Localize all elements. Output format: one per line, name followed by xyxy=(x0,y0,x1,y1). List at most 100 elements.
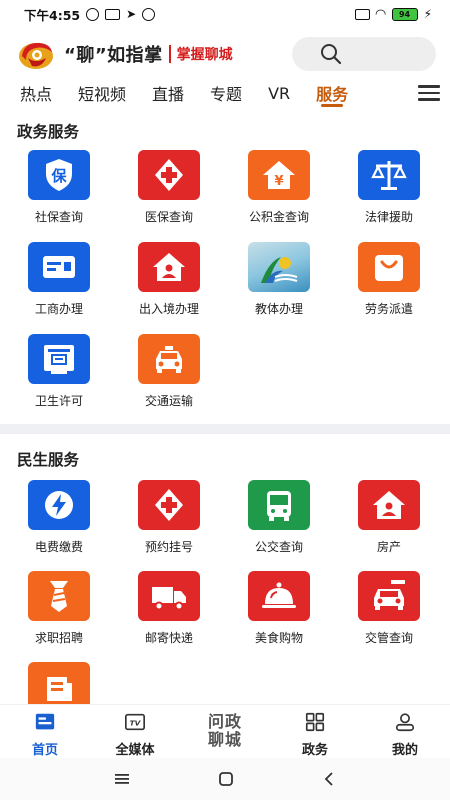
service-food-shopping[interactable]: 美食购物 xyxy=(224,571,334,659)
service-label: 公积金查询 xyxy=(248,210,309,224)
app-brand: “聊”如指掌 xyxy=(64,45,163,66)
sim-icon xyxy=(354,8,370,20)
service-labor-dispatch[interactable]: 劳务派遣 xyxy=(334,242,444,330)
id-card-icon xyxy=(43,256,75,278)
status-time: 下午4:55 xyxy=(24,7,81,23)
nav-label: 我的 xyxy=(391,743,418,758)
search-icon xyxy=(321,44,342,65)
section-title-life: 民生服务 xyxy=(17,451,80,469)
menu-icon[interactable] xyxy=(418,85,440,101)
medical-cross-icon xyxy=(155,159,183,191)
lightning-icon xyxy=(45,491,73,519)
location-icon: ➤ xyxy=(126,7,137,21)
section-title-gov: 政务服务 xyxy=(17,123,80,141)
bus-icon xyxy=(267,491,291,521)
service-label: 预约挂号 xyxy=(144,540,193,554)
scales-icon xyxy=(371,161,407,190)
nav-label: 首页 xyxy=(31,743,58,758)
medical-cross-icon xyxy=(155,489,183,521)
service-education[interactable]: 教体办理 xyxy=(224,242,334,330)
service-label: 医保查询 xyxy=(144,210,193,224)
nav-label: 政务 xyxy=(301,743,328,758)
svg-text:TV: TV xyxy=(130,719,142,728)
svg-text:保: 保 xyxy=(50,167,67,185)
service-social-security[interactable]: 保 社保查询 xyxy=(4,150,114,238)
battery-icon: 94 xyxy=(391,7,418,21)
service-bus[interactable]: 公交查询 xyxy=(224,480,334,568)
notification-icon xyxy=(105,8,121,20)
service-real-estate[interactable]: 房产 xyxy=(334,480,444,568)
food-cloche-icon xyxy=(262,582,296,608)
menu-icon[interactable] xyxy=(114,772,130,786)
tab-topics[interactable]: 专题 xyxy=(210,78,242,108)
service-appointment[interactable]: 预约挂号 xyxy=(114,480,224,568)
nav-government[interactable]: 政务 xyxy=(270,705,360,758)
service-label: 社保查询 xyxy=(34,210,83,224)
service-label: 求职招聘 xyxy=(34,631,83,645)
nav-all-media[interactable]: TV 全媒体 xyxy=(90,705,180,758)
section-separator xyxy=(0,424,450,434)
service-label: 法律援助 xyxy=(364,210,413,224)
shopping-bag-icon xyxy=(375,255,403,281)
taxi-icon xyxy=(156,346,182,373)
service-transport[interactable]: 交通运输 xyxy=(114,334,224,422)
bottom-nav: 首页 TV 全媒体 问政 聊城 政务 我的 xyxy=(0,704,450,758)
service-label: 电费缴费 xyxy=(34,540,83,554)
channel-tabs: 热点 短视频 直播 专题 VR 服务 xyxy=(0,78,450,108)
service-legal-aid[interactable]: 法律援助 xyxy=(334,150,444,238)
nav-home[interactable]: 首页 xyxy=(0,705,90,758)
document-icon xyxy=(47,677,72,701)
tab-live[interactable]: 直播 xyxy=(152,78,184,108)
svg-text:¥: ¥ xyxy=(274,174,283,189)
service-traffic[interactable]: 交管查询 xyxy=(334,571,444,659)
app-logo xyxy=(19,42,53,69)
back-icon[interactable] xyxy=(322,771,336,787)
shield-icon: 保 xyxy=(46,159,72,191)
service-housing-fund[interactable]: ¥ 公积金查询 xyxy=(224,150,334,238)
service-label: 工商办理 xyxy=(34,302,83,316)
certificate-icon xyxy=(44,345,74,374)
service-label: 教体办理 xyxy=(254,302,303,316)
status-bar: 下午4:55 ➤ ◠ 94 ⚡ xyxy=(0,0,450,28)
tab-vr[interactable]: VR xyxy=(268,78,290,108)
service-label: 交通运输 xyxy=(144,394,193,408)
app-slogan: 掌握聊城 xyxy=(176,47,233,63)
service-medical-insurance[interactable]: 医保查询 xyxy=(114,150,224,238)
tv-icon: TV xyxy=(125,713,145,731)
wenzheng-logo: 问政 聊城 xyxy=(207,712,242,749)
home-news-icon xyxy=(35,713,55,730)
home-button-icon[interactable] xyxy=(218,771,234,787)
car-icon xyxy=(374,580,405,610)
grid-icon xyxy=(305,712,325,732)
house-person-icon xyxy=(153,253,185,281)
service-electricity[interactable]: 电费缴费 xyxy=(4,480,114,568)
service-express[interactable]: 邮寄快递 xyxy=(114,571,224,659)
battery-level: 94 xyxy=(398,9,411,19)
service-label: 邮寄快递 xyxy=(144,631,193,645)
service-health-permit[interactable]: 卫生许可 xyxy=(4,334,114,422)
user-icon xyxy=(395,713,415,732)
charging-icon: ⚡ xyxy=(423,7,432,21)
service-label: 美食购物 xyxy=(254,631,303,645)
service-immigration[interactable]: 出入境办理 xyxy=(114,242,224,330)
service-label: 出入境办理 xyxy=(138,302,199,316)
service-jobs[interactable]: 求职招聘 xyxy=(4,571,114,659)
tab-hot[interactable]: 热点 xyxy=(20,78,52,108)
nav-wenzheng[interactable]: 问政 聊城 xyxy=(180,705,270,758)
truck-icon xyxy=(152,587,186,611)
house-yuan-icon: ¥ xyxy=(263,161,295,189)
service-label: 交管查询 xyxy=(364,631,413,645)
house-person-icon xyxy=(373,491,405,519)
service-label: 卫生许可 xyxy=(34,394,83,408)
system-nav-bar xyxy=(0,758,450,800)
app-header: “聊”如指掌 掌握聊城 xyxy=(0,32,450,76)
nav-profile[interactable]: 我的 xyxy=(360,705,450,758)
service-business[interactable]: 工商办理 xyxy=(4,242,114,330)
wifi-icon: ◠ xyxy=(375,6,386,22)
tab-services[interactable]: 服务 xyxy=(316,78,348,108)
tie-icon xyxy=(50,581,68,612)
tab-short-video[interactable]: 短视频 xyxy=(78,78,126,108)
education-logo-icon xyxy=(261,257,298,283)
search-box[interactable] xyxy=(292,37,436,71)
header-divider xyxy=(168,45,171,63)
